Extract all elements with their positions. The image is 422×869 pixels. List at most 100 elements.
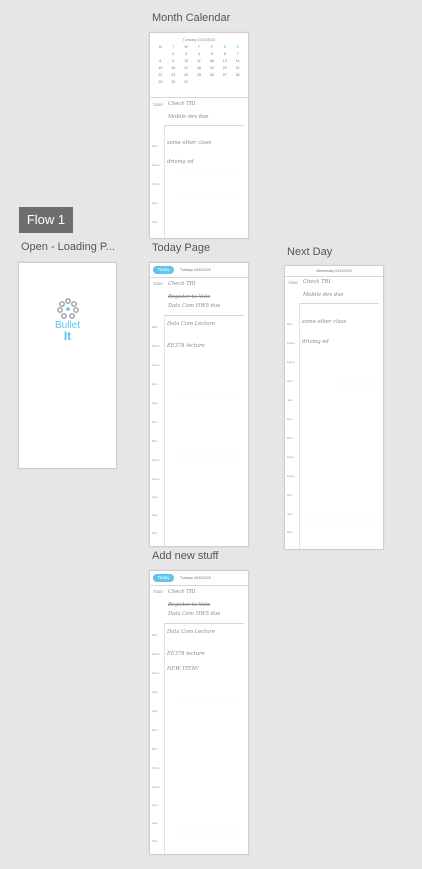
calendar-day[interactable]: 25 [193, 73, 206, 77]
todo-item[interactable]: Check TRI [168, 101, 196, 107]
timeline-axis [164, 623, 165, 854]
calendar-day[interactable]: 15 [154, 66, 167, 70]
screen-next-day[interactable]: Wednesday 03/11/2020 TODO Check TRI Mobi… [284, 265, 384, 550]
calendar-day[interactable]: 10 [180, 59, 193, 63]
screen-today-page[interactable]: Today Tuesday 03/10/2020 TODO Check TRI … [149, 262, 249, 547]
calendar-day[interactable]: 11 [193, 59, 206, 63]
calendar-day[interactable]: 20 [218, 66, 231, 70]
today-button[interactable]: Today [153, 574, 174, 582]
timeline-axis [164, 315, 165, 546]
event-item[interactable]: driving ed [167, 159, 194, 165]
event-item[interactable]: EE378 lecture [167, 651, 205, 657]
event-item[interactable]: EE378 lecture [167, 343, 205, 349]
todo-item-done[interactable]: Register to Vote [168, 294, 210, 300]
time-label: 6am [287, 530, 293, 534]
grid-dots: · · · · · · · · · [178, 825, 239, 831]
divider [164, 315, 244, 316]
screen-month-calendar[interactable]: Tuesday 03/10/2020 M T W T F S S 2 3 4 5… [149, 32, 249, 239]
weekday-label: S [236, 45, 239, 49]
calendar-day[interactable]: 18 [193, 66, 206, 70]
calendar-day[interactable]: 19 [205, 66, 218, 70]
calendar-day[interactable]: 2 [167, 52, 180, 56]
timeline-axis [164, 125, 165, 238]
weekday-label: F [210, 45, 213, 49]
todo-tag: TODO [288, 281, 298, 285]
time-label: 2pm [152, 690, 158, 694]
calendar-day[interactable]: 13 [218, 59, 231, 63]
calendar-day[interactable]: 9 [167, 59, 180, 63]
calendar-day[interactable]: 6 [218, 52, 231, 56]
event-item[interactable]: some other class [302, 319, 346, 325]
event-item[interactable]: Data Com Lecture [167, 321, 215, 327]
time-label: 12pm [287, 360, 295, 364]
calendar-day[interactable]: 28 [231, 73, 244, 77]
time-label: 6pm [152, 728, 158, 732]
screen-add-new[interactable]: Today Tuesday 03/10/2020 TODO Check TRI … [149, 570, 249, 855]
grid-dots: · · · · · · · · · [178, 699, 239, 705]
calendar-day[interactable]: 27 [218, 73, 231, 77]
todo-item[interactable]: Data Com HW5 due [168, 611, 220, 617]
screen-label-month-calendar: Month Calendar [152, 12, 231, 24]
time-label: 4pm [152, 709, 158, 713]
divider [285, 276, 383, 277]
calendar-day[interactable]: 17 [180, 66, 193, 70]
grid-dots: · · · · · · [335, 384, 374, 390]
todo-item[interactable]: Check TRI [168, 281, 196, 287]
time-label: 2pm [152, 201, 158, 205]
todo-item[interactable]: Mobile dev due [303, 292, 344, 298]
todo-item[interactable]: Check TRI [303, 279, 331, 285]
calendar-day[interactable]: 8 [154, 59, 167, 63]
time-label: 2am [152, 803, 158, 807]
screen-label-today-page: Today Page [152, 242, 211, 254]
time-label: 8am [152, 633, 158, 637]
calendar-day[interactable]: 7 [231, 52, 244, 56]
grid-dots: · · · · · · [335, 376, 374, 382]
time-label: 4am [152, 513, 158, 517]
todo-item[interactable]: Check TRI [168, 589, 196, 595]
grid-dots: · · · · · · · · · [178, 833, 239, 839]
time-label: 4pm [152, 220, 158, 224]
time-label: 6am [152, 531, 158, 535]
event-item[interactable]: some other class [167, 140, 211, 146]
todo-item[interactable]: Mobile dev due [168, 114, 209, 120]
calendar-day[interactable]: 26 [205, 73, 218, 77]
calendar-day[interactable]: 22 [154, 73, 167, 77]
calendar-day[interactable]: 23 [167, 73, 180, 77]
time-label: 6am [152, 839, 158, 843]
calendar-day[interactable]: 21 [231, 66, 244, 70]
time-label: 12am [287, 474, 295, 478]
calendar-day[interactable]: 24 [180, 73, 193, 77]
time-label: 4pm [152, 401, 158, 405]
screen-loading[interactable]: Bullet It [18, 262, 117, 469]
event-item[interactable]: driving ed [302, 339, 329, 345]
grid-dots: · · · · · · · · · [178, 459, 239, 465]
calendar-day[interactable]: 14 [231, 59, 244, 63]
screen-label-add-new: Add new stuff [152, 550, 219, 562]
calendar-day[interactable]: 29 [154, 80, 167, 84]
todo-item-done[interactable]: Register to Vote [168, 602, 210, 608]
grid-dots: · · · · · · · · · [178, 451, 239, 457]
today-button[interactable]: Today [153, 266, 174, 274]
todo-tag: TODO [153, 282, 163, 286]
time-label: 10pm [152, 766, 160, 770]
time-label: 4pm [287, 398, 293, 402]
calendar-day[interactable]: 30 [167, 80, 180, 84]
time-label: 6pm [287, 417, 293, 421]
calendar-date-header: Tuesday 03/10/2020 [182, 38, 216, 42]
calendar-day[interactable]: 5 [205, 52, 218, 56]
calendar-day[interactable]: 4 [193, 52, 206, 56]
calendar-day[interactable]: 3 [180, 52, 193, 56]
divider [150, 277, 248, 278]
time-label: 10am [152, 344, 160, 348]
calendar-day-today[interactable]: 12 [205, 59, 218, 63]
event-item-new[interactable]: NEW ITEM! [167, 666, 199, 672]
time-label: 10am [287, 341, 295, 345]
event-item[interactable]: Data Com Lecture [167, 629, 215, 635]
flow-badge[interactable]: Flow 1 [19, 207, 73, 233]
todo-item[interactable]: Data Com HW5 due [168, 303, 220, 309]
calendar-day[interactable]: 16 [167, 66, 180, 70]
grid-dots: · · · · · · · · · [180, 193, 241, 199]
screen-label-next-day: Next Day [287, 246, 333, 258]
time-label: 2am [152, 495, 158, 499]
calendar-day[interactable]: 31 [180, 80, 193, 84]
